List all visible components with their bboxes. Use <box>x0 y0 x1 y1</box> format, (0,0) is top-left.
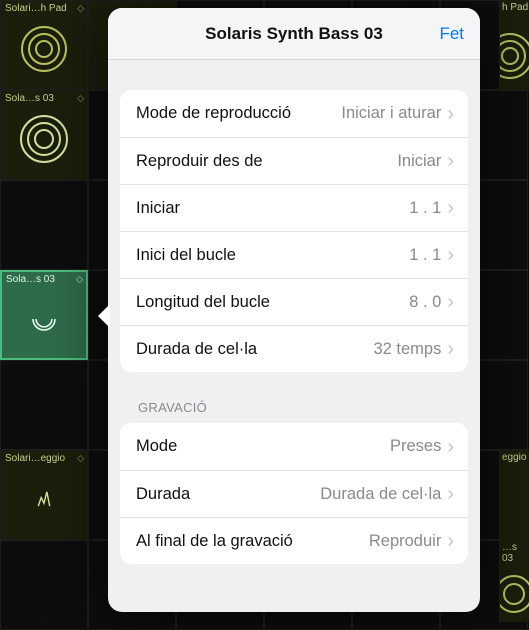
cell-edge-bass[interactable]: …s 03 <box>499 540 529 622</box>
settings-group-playback: Mode de reproducció Iniciar i aturar › R… <box>120 90 468 372</box>
row-cell-length[interactable]: Durada de cel·la 32 temps › <box>120 325 468 372</box>
cell-bass-03-active[interactable]: Sola…s 03 ◇ <box>0 270 88 360</box>
row-label: Reproduir des de <box>136 152 263 171</box>
chevron-right-icon: › <box>447 437 454 457</box>
settings-group-recording: Mode Preses › Durada Durada de cel·la › … <box>120 423 468 564</box>
updown-icon: ◇ <box>77 3 84 14</box>
row-play-mode[interactable]: Mode de reproducció Iniciar i aturar › <box>120 90 468 137</box>
done-button[interactable]: Fet <box>439 24 464 44</box>
cell-label: h Pad <box>502 2 528 13</box>
cell-synth-pad-0[interactable]: Solari…h Pad ◇ <box>0 0 88 90</box>
row-label: Mode <box>136 437 177 456</box>
row-rec-length[interactable]: Durada Durada de cel·la › <box>120 470 468 517</box>
row-rec-end[interactable]: Al final de la gravació Reproduir › <box>120 517 468 564</box>
cell-empty[interactable] <box>0 360 88 450</box>
cell-bass-03[interactable]: Sola…s 03 ◇ <box>0 90 88 180</box>
row-start[interactable]: Iniciar 1 . 1 › <box>120 184 468 231</box>
waveform-icon <box>499 566 529 622</box>
popover-title: Solaris Synth Bass 03 <box>205 24 383 44</box>
row-value: 32 temps <box>373 340 441 359</box>
row-play-from[interactable]: Reproduir des de Iniciar › <box>120 137 468 184</box>
waveform-icon <box>16 111 72 167</box>
row-value: Iniciar i aturar <box>341 104 441 123</box>
cell-label: Solari…eggio <box>5 453 83 464</box>
chevron-right-icon: › <box>447 531 454 551</box>
cell-label: eggio <box>502 452 526 463</box>
row-value: 1 . 1 <box>409 199 441 218</box>
row-loop-length[interactable]: Longitud del bucle 8 . 0 › <box>120 278 468 325</box>
cell-label: Sola…s 03 <box>6 274 82 285</box>
row-value: 8 . 0 <box>409 293 441 312</box>
cell-label: Sola…s 03 <box>5 93 83 104</box>
popover-pointer-icon <box>98 304 110 328</box>
waveform-icon <box>16 21 72 77</box>
popover-body: Mode de reproducció Iniciar i aturar › R… <box>108 60 480 612</box>
row-value: Iniciar <box>397 152 441 171</box>
row-value: Preses <box>390 437 441 456</box>
row-label: Al final de la gravació <box>136 532 293 551</box>
waveform-icon <box>499 28 529 84</box>
cell-label: …s 03 <box>502 542 529 564</box>
waveform-icon <box>24 479 64 519</box>
cell-arpeggio[interactable]: Solari…eggio ◇ <box>0 450 88 540</box>
row-label: Iniciar <box>136 199 180 218</box>
chevron-right-icon: › <box>447 198 454 218</box>
row-value: 1 . 1 <box>409 246 441 265</box>
row-rec-mode[interactable]: Mode Preses › <box>120 423 468 470</box>
cell-edge-arp[interactable]: eggio <box>499 450 529 540</box>
row-loop-start[interactable]: Inici del bucle 1 . 1 › <box>120 231 468 278</box>
waveform-icon <box>22 297 66 341</box>
updown-icon: ◇ <box>76 274 83 285</box>
row-label: Durada <box>136 485 190 504</box>
chevron-right-icon: › <box>447 245 454 265</box>
chevron-right-icon: › <box>447 339 454 359</box>
section-header-recording: GRAVACIÓ <box>138 400 464 415</box>
cell-empty[interactable] <box>0 540 88 630</box>
row-value: Reproduir <box>369 532 441 551</box>
chevron-right-icon: › <box>447 292 454 312</box>
row-label: Inici del bucle <box>136 246 236 265</box>
row-value: Durada de cel·la <box>320 485 441 504</box>
row-label: Mode de reproducció <box>136 104 291 123</box>
chevron-right-icon: › <box>447 151 454 171</box>
cell-settings-popover: Solaris Synth Bass 03 Fet Mode de reprod… <box>108 8 480 612</box>
chevron-right-icon: › <box>447 484 454 504</box>
popover-header: Solaris Synth Bass 03 Fet <box>108 8 480 60</box>
updown-icon: ◇ <box>77 93 84 104</box>
cell-edge-pad[interactable]: h Pad <box>499 0 529 90</box>
row-label: Longitud del bucle <box>136 293 270 312</box>
chevron-right-icon: › <box>447 104 454 124</box>
cell-label: Solari…h Pad <box>5 3 83 14</box>
updown-icon: ◇ <box>77 453 84 464</box>
cell-empty[interactable] <box>0 180 88 270</box>
row-label: Durada de cel·la <box>136 340 257 359</box>
